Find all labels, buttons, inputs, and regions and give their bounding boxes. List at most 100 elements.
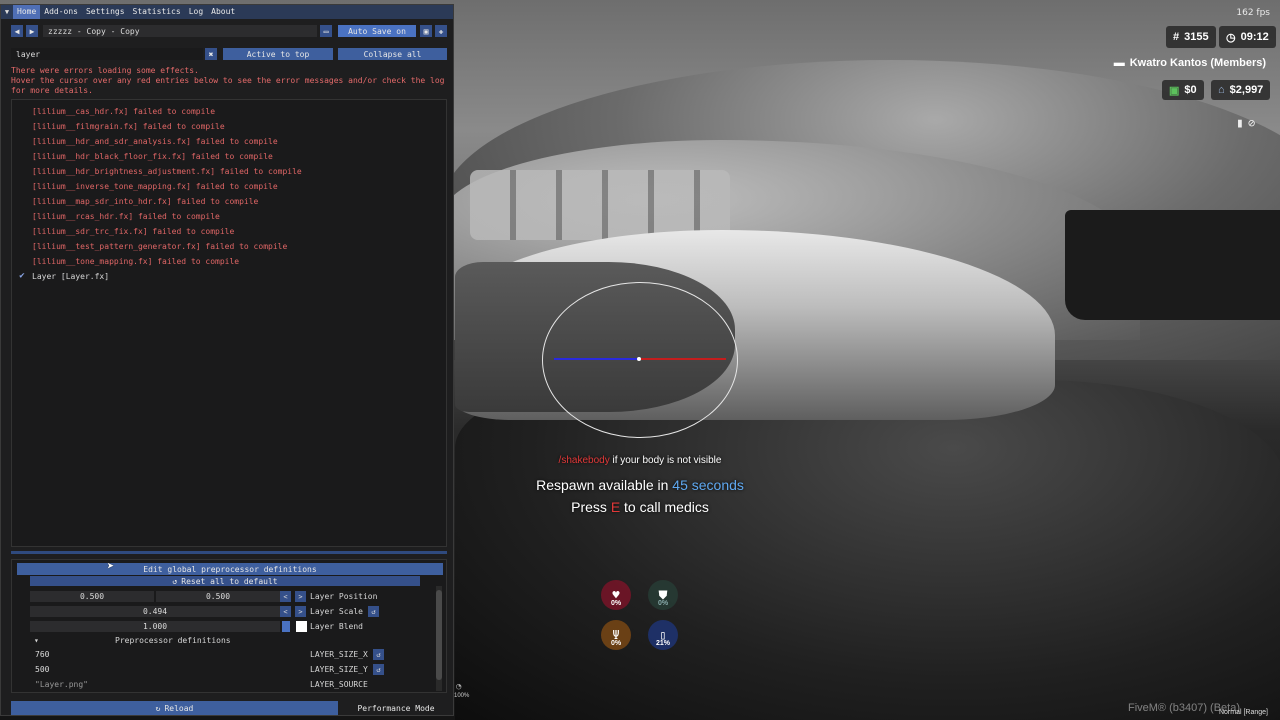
mic-off-icon: ⊘ bbox=[1248, 116, 1256, 130]
reset-value-button[interactable]: ↺ bbox=[373, 664, 384, 675]
decrement-button[interactable]: < bbox=[280, 591, 291, 602]
layer-size-y-input[interactable]: 500 bbox=[30, 664, 308, 675]
effect-list: [lilium__cas_hdr.fx] failed to compile [… bbox=[11, 99, 447, 547]
reset-value-button[interactable]: ↺ bbox=[368, 606, 379, 617]
layer-scale-slider[interactable]: 0.494 bbox=[30, 606, 280, 617]
collapse-triangle-icon[interactable]: ▼ bbox=[1, 8, 13, 16]
bank-amount: $2,997 bbox=[1229, 84, 1264, 96]
error-message-line-2: Hover the cursor over any red entries be… bbox=[11, 76, 445, 85]
plus-icon: ✚ bbox=[438, 26, 444, 36]
effect-item-layer[interactable]: ✔ Layer [Layer.fx] bbox=[12, 269, 109, 283]
reshade-menubar: ▼ Home Add-ons Settings Statistics Log A… bbox=[1, 5, 453, 19]
browse-preset-button[interactable]: ▭ bbox=[320, 25, 332, 37]
overlay-red-line bbox=[641, 358, 726, 360]
fps-counter: 162 fps bbox=[1236, 8, 1270, 18]
tab-about[interactable]: About bbox=[207, 5, 239, 19]
tab-addons[interactable]: Add-ons bbox=[40, 5, 82, 19]
arrow-right-icon: ▶ bbox=[29, 26, 35, 36]
save-icon: ▣ bbox=[423, 26, 429, 36]
slider-grab-handle[interactable] bbox=[282, 621, 290, 632]
thirst-percent: 21% bbox=[655, 640, 670, 647]
respawn-message: Respawn available in 45 seconds bbox=[440, 477, 840, 493]
effect-item[interactable]: [lilium__inverse_tone_mapping.fx] failed… bbox=[12, 179, 278, 193]
respawn-timer: 45 seconds bbox=[672, 477, 744, 493]
color-swatch[interactable] bbox=[296, 621, 307, 632]
add-preset-button[interactable]: ✚ bbox=[435, 25, 447, 37]
reset-all-label: Reset all to default bbox=[181, 576, 278, 586]
clear-search-button[interactable]: ✖ bbox=[205, 48, 217, 60]
cash-chip: ▣ $0 bbox=[1162, 80, 1204, 100]
id-card-icon: ▬ bbox=[1113, 57, 1125, 69]
prev-preset-button[interactable]: ◀ bbox=[11, 25, 23, 37]
tab-home[interactable]: Home bbox=[13, 5, 41, 19]
layer-blend-label: Layer Blend bbox=[310, 622, 363, 631]
layer-position-y-slider[interactable]: 0.500 bbox=[156, 591, 280, 602]
shakebody-command: /shakebody bbox=[558, 455, 610, 466]
auto-save-button[interactable]: Auto Save on bbox=[338, 25, 416, 37]
car-body bbox=[455, 380, 1280, 720]
effect-item[interactable]: [lilium__cas_hdr.fx] failed to compile bbox=[12, 104, 215, 118]
error-message-line-3: for more details. bbox=[11, 86, 93, 95]
reset-value-button[interactable]: ↺ bbox=[373, 649, 384, 660]
performance-mode-toggle[interactable]: Performance Mode bbox=[345, 701, 447, 715]
save-preset-button[interactable]: ▣ bbox=[420, 25, 432, 37]
effect-search-input[interactable]: layer bbox=[11, 48, 203, 60]
check-icon[interactable]: ✔ bbox=[12, 271, 32, 281]
bank-chip: ⌂ $2,997 bbox=[1211, 80, 1271, 100]
reshade-overlay-window: ▼ Home Add-ons Settings Statistics Log A… bbox=[0, 4, 454, 716]
effect-item[interactable]: [lilium__hdr_and_sdr_analysis.fx] failed… bbox=[12, 134, 278, 148]
speedometer-icon: ◔ bbox=[456, 682, 462, 692]
layer-blend-slider[interactable]: 1.000 bbox=[30, 621, 280, 632]
edit-global-preprocessor-button[interactable]: Edit global preprocessor definitions bbox=[17, 563, 443, 575]
overlay-center-dot bbox=[637, 357, 641, 361]
tab-settings[interactable]: Settings bbox=[82, 5, 129, 19]
respawn-prefix: Respawn available in bbox=[536, 477, 669, 493]
layer-position-x-slider[interactable]: 0.500 bbox=[30, 591, 154, 602]
scrollbar-thumb[interactable] bbox=[436, 590, 442, 680]
effect-item[interactable]: [lilium__rcas_hdr.fx] failed to compile bbox=[12, 209, 220, 223]
tab-log[interactable]: Log bbox=[185, 5, 207, 19]
medics-press: Press bbox=[571, 499, 607, 515]
close-icon: ✖ bbox=[208, 49, 214, 59]
effect-item[interactable]: [lilium__filmgrain.fx] failed to compile bbox=[12, 119, 225, 133]
hash-icon: # bbox=[1173, 31, 1180, 43]
time-chip: ◷ 09:12 bbox=[1219, 26, 1276, 48]
layer-source-input[interactable]: "Layer.png" bbox=[30, 679, 308, 690]
chevron-down-icon[interactable]: ▾ bbox=[34, 636, 39, 645]
preprocessor-definitions-header[interactable]: Preprocessor definitions bbox=[115, 636, 231, 645]
clock-icon: ◷ bbox=[1226, 31, 1236, 44]
layer-position-label: Layer Position bbox=[310, 592, 378, 601]
panel-splitter[interactable] bbox=[11, 551, 447, 554]
active-to-top-button[interactable]: Active to top bbox=[223, 48, 333, 60]
effect-item[interactable]: [lilium__test_pattern_generator.fx] fail… bbox=[12, 239, 287, 253]
layer-source-label: LAYER_SOURCE bbox=[310, 680, 368, 689]
collapse-all-button[interactable]: Collapse all bbox=[338, 48, 447, 60]
medics-key: E bbox=[610, 499, 621, 515]
decrement-button[interactable]: < bbox=[280, 606, 291, 617]
increment-button[interactable]: > bbox=[295, 591, 306, 602]
health-percent: 0% bbox=[610, 600, 622, 607]
call-medics-message: Press E to call medics bbox=[440, 499, 840, 515]
effect-item[interactable]: [lilium__map_sdr_into_hdr.fx] failed to … bbox=[12, 194, 258, 208]
effect-item[interactable]: [lilium__hdr_black_floor_fix.fx] failed … bbox=[12, 149, 273, 163]
effect-item[interactable]: [lilium__sdr_trc_fix.fx] failed to compi… bbox=[12, 224, 234, 238]
car-spoiler bbox=[1065, 210, 1280, 320]
player-id: 3155 bbox=[1184, 31, 1209, 43]
parameters-scrollbar[interactable] bbox=[436, 586, 442, 691]
mic-muted-icon: ▮ bbox=[1236, 116, 1244, 131]
layer-size-x-input[interactable]: 760 bbox=[30, 649, 308, 660]
reset-all-button[interactable]: ↺ Reset all to default bbox=[30, 576, 420, 586]
player-name-line: ▬ Kwatro Kantos (Members) bbox=[1114, 57, 1266, 69]
voice-mode: Normal [Range] bbox=[1218, 709, 1268, 716]
background-pipes bbox=[470, 170, 730, 240]
tab-statistics[interactable]: Statistics bbox=[129, 5, 185, 19]
effect-item[interactable]: [lilium__tone_mapping.fx] failed to comp… bbox=[12, 254, 239, 268]
reload-icon: ↻ bbox=[155, 703, 161, 713]
increment-button[interactable]: > bbox=[295, 606, 306, 617]
preset-name-field[interactable]: zzzzz - Copy - Copy bbox=[43, 25, 317, 37]
effect-item[interactable]: [lilium__hdr_brightness_adjustment.fx] f… bbox=[12, 164, 302, 178]
next-preset-button[interactable]: ▶ bbox=[26, 25, 38, 37]
clock-time: 09:12 bbox=[1240, 31, 1269, 43]
mouse-cursor-icon: ➤ bbox=[107, 559, 115, 573]
reload-button[interactable]: ↻ Reload bbox=[11, 701, 338, 715]
